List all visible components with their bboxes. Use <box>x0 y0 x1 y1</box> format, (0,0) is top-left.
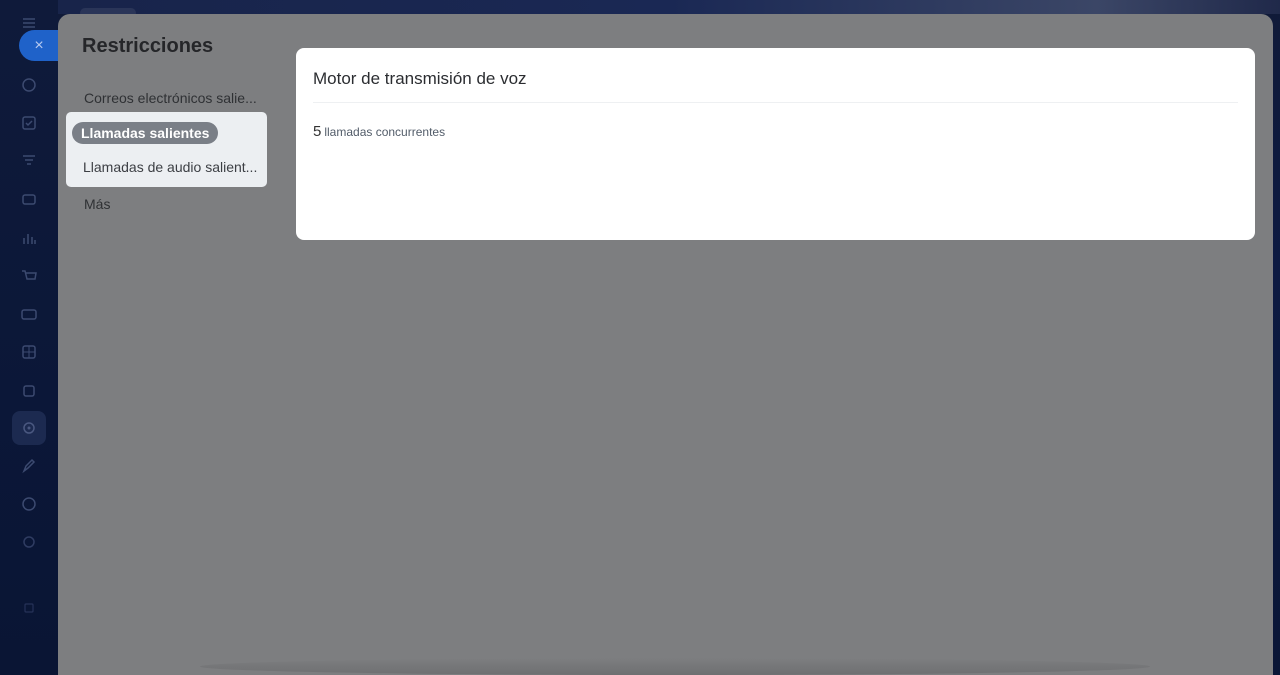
page-title: Restricciones <box>82 35 214 57</box>
card-title: Motor de transmisión de voz <box>313 69 527 88</box>
concurrent-calls-value: 5 llamadas concurrentes <box>313 123 445 140</box>
funnel-icon[interactable] <box>20 152 38 170</box>
settings-icon[interactable] <box>20 419 38 437</box>
nav-item-outgoing-emails[interactable]: Correos electrónicos salie... <box>84 90 257 106</box>
grid-icon[interactable] <box>20 343 38 361</box>
concurrent-calls-count: 5 <box>313 123 322 140</box>
nav-item-more[interactable]: Más <box>84 196 110 212</box>
inbox-icon[interactable] <box>20 190 38 208</box>
help-icon[interactable] <box>20 533 38 551</box>
task-icon[interactable] <box>20 114 38 132</box>
chat-icon[interactable] <box>20 76 38 94</box>
document-icon[interactable] <box>20 495 38 513</box>
voice-engine-card: Motor de transmisión de voz 5 llamadas co… <box>296 48 1255 240</box>
app-sidebar <box>0 0 58 675</box>
restrictions-panel: Restricciones Correos electrónicos salie… <box>58 14 1273 675</box>
cart-icon[interactable] <box>20 267 38 285</box>
card-divider <box>313 102 1238 103</box>
nav-item-outgoing-calls[interactable]: Llamadas salientes <box>72 122 219 144</box>
chart-icon[interactable] <box>20 229 38 247</box>
close-icon: × <box>34 37 44 54</box>
pen-icon[interactable] <box>20 457 38 475</box>
close-button[interactable]: × <box>19 30 63 61</box>
store-icon[interactable] <box>20 381 38 399</box>
nav-popup: Llamadas salientes Llamadas de audio sal… <box>66 112 267 187</box>
bottom-shadow <box>200 658 1150 675</box>
concurrent-calls-unit: llamadas concurrentes <box>324 125 446 139</box>
more-icon[interactable] <box>20 599 38 617</box>
top-bar-dimmed <box>58 0 1280 14</box>
nav-item-outgoing-audio-calls[interactable]: Llamadas de audio salient... <box>83 159 261 175</box>
payment-icon[interactable] <box>20 305 38 323</box>
